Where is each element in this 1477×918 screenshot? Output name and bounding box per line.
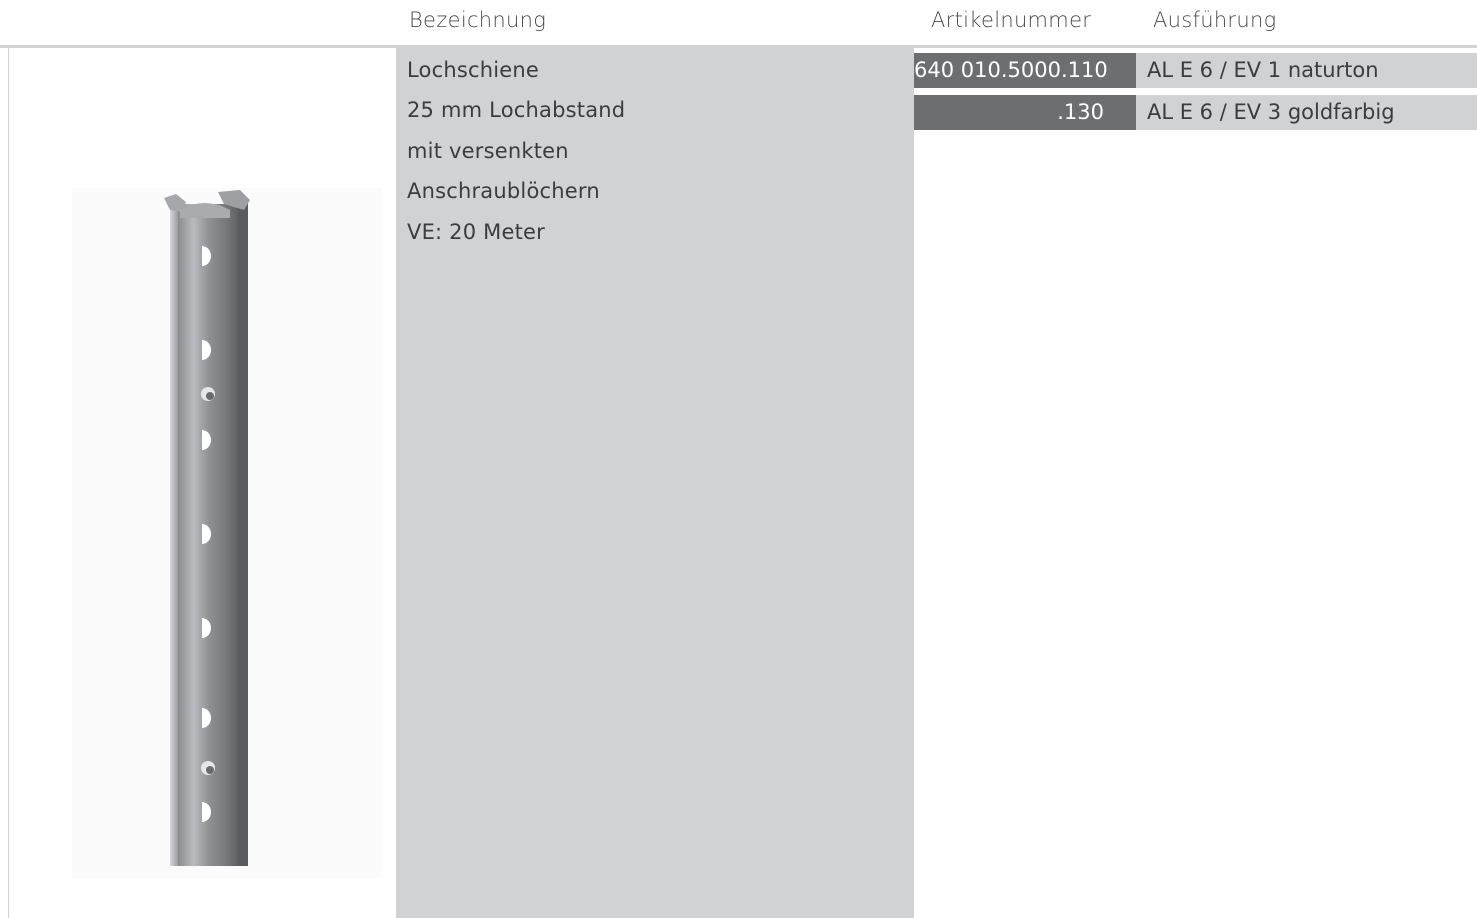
description-line: VE: 20 Meter xyxy=(407,220,546,244)
description-panel: Lochschiene 25 mm Lochabstand mit versen… xyxy=(396,48,914,918)
product-sheet: Bezeichnung Artikelnummer Ausführung Loc… xyxy=(0,0,1477,918)
ausfuehrung-cell: AL E 6 / EV 3 goldfarbig xyxy=(1136,95,1477,130)
header-artikelnummer: Artikelnummer xyxy=(931,8,1092,32)
artikelnummer-cell: 640 010.5000.110 xyxy=(914,53,1136,88)
header-bezeichnung: Bezeichnung xyxy=(409,8,547,32)
ausfuehrung-cell: AL E 6 / EV 1 naturton xyxy=(1136,53,1477,88)
artikelnummer-cell: .130 xyxy=(914,95,1136,130)
header-ausfuehrung: Ausführung xyxy=(1153,8,1277,32)
description-line: mit versenkten xyxy=(407,139,569,163)
description-line: Lochschiene xyxy=(407,58,540,82)
description-line: Anschraublöchern xyxy=(407,179,600,203)
product-image-panel xyxy=(8,48,396,918)
description-line: 25 mm Lochabstand xyxy=(407,98,626,122)
perforated-rail-icon xyxy=(72,188,382,878)
